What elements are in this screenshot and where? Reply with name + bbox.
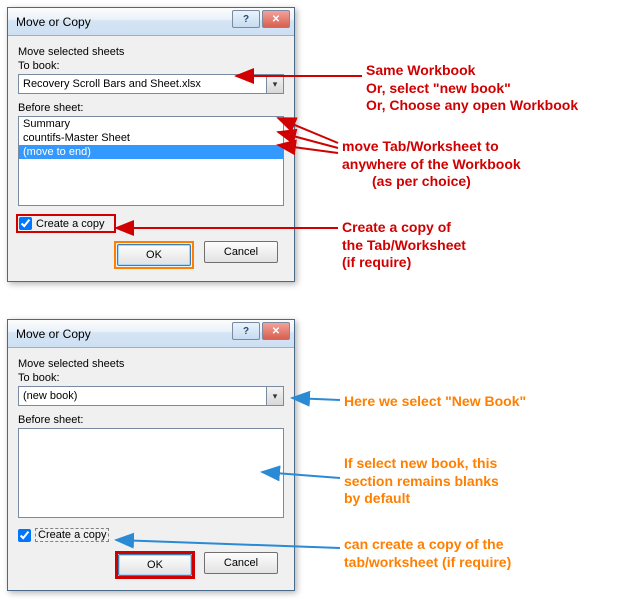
before-sheet-label: Before sheet: — [18, 102, 284, 114]
before-sheet-list[interactable]: Summary countifs-Master Sheet (move to e… — [18, 116, 284, 206]
dialog-title: Move or Copy — [16, 327, 91, 341]
to-book-input[interactable] — [18, 386, 266, 406]
create-copy-checkbox[interactable] — [18, 529, 31, 542]
dropdown-icon[interactable]: ▾ — [266, 74, 284, 94]
titlebar[interactable]: Move or Copy ? ✕ — [8, 320, 294, 348]
help-button[interactable]: ? — [232, 10, 260, 28]
create-copy-row[interactable]: Create a copy — [18, 528, 284, 542]
close-button[interactable]: ✕ — [262, 10, 290, 28]
list-item[interactable]: countifs-Master Sheet — [19, 131, 283, 145]
instruction-label: Move selected sheets — [18, 46, 284, 58]
create-copy-row[interactable]: Create a copy — [18, 216, 114, 231]
cancel-button[interactable]: Cancel — [204, 552, 278, 574]
create-copy-checkbox[interactable] — [19, 217, 32, 230]
dialog-title: Move or Copy — [16, 15, 91, 29]
annotation-move-tab: move Tab/Worksheet to anywhere of the Wo… — [342, 138, 521, 191]
close-button[interactable]: ✕ — [262, 322, 290, 340]
ok-button[interactable]: OK — [117, 244, 191, 266]
before-sheet-label: Before sheet: — [18, 414, 284, 426]
annotation-new-book: Here we select "New Book" — [344, 393, 526, 411]
to-book-combo[interactable]: ▾ — [18, 74, 284, 94]
cancel-button[interactable]: Cancel — [204, 241, 278, 263]
help-button[interactable]: ? — [232, 322, 260, 340]
create-copy-label: Create a copy — [35, 528, 109, 542]
to-book-input[interactable] — [18, 74, 266, 94]
list-item[interactable]: (move to end) — [19, 145, 283, 159]
to-book-combo[interactable]: ▾ — [18, 386, 284, 406]
create-copy-label: Create a copy — [36, 218, 104, 230]
ok-highlight: OK — [114, 241, 194, 269]
annotation-same-workbook: Same Workbook Or, select "new book" Or, … — [366, 62, 578, 115]
before-sheet-list[interactable] — [18, 428, 284, 518]
annotation-can-copy: can create a copy of the tab/worksheet (… — [344, 536, 511, 571]
dropdown-icon[interactable]: ▾ — [266, 386, 284, 406]
instruction-label: Move selected sheets — [18, 358, 284, 370]
ok-highlight: OK — [116, 552, 194, 578]
list-item[interactable]: Summary — [19, 117, 283, 131]
ok-button[interactable]: OK — [118, 554, 192, 576]
move-or-copy-dialog-2: Move or Copy ? ✕ Move selected sheets To… — [7, 319, 295, 591]
annotation-blank-section: If select new book, this section remains… — [344, 455, 499, 508]
move-or-copy-dialog-1: Move or Copy ? ✕ Move selected sheets To… — [7, 7, 295, 282]
annotation-create-copy: Create a copy of the Tab/Worksheet (if r… — [342, 219, 466, 272]
to-book-label: To book: — [18, 60, 284, 72]
titlebar[interactable]: Move or Copy ? ✕ — [8, 8, 294, 36]
to-book-label: To book: — [18, 372, 284, 384]
